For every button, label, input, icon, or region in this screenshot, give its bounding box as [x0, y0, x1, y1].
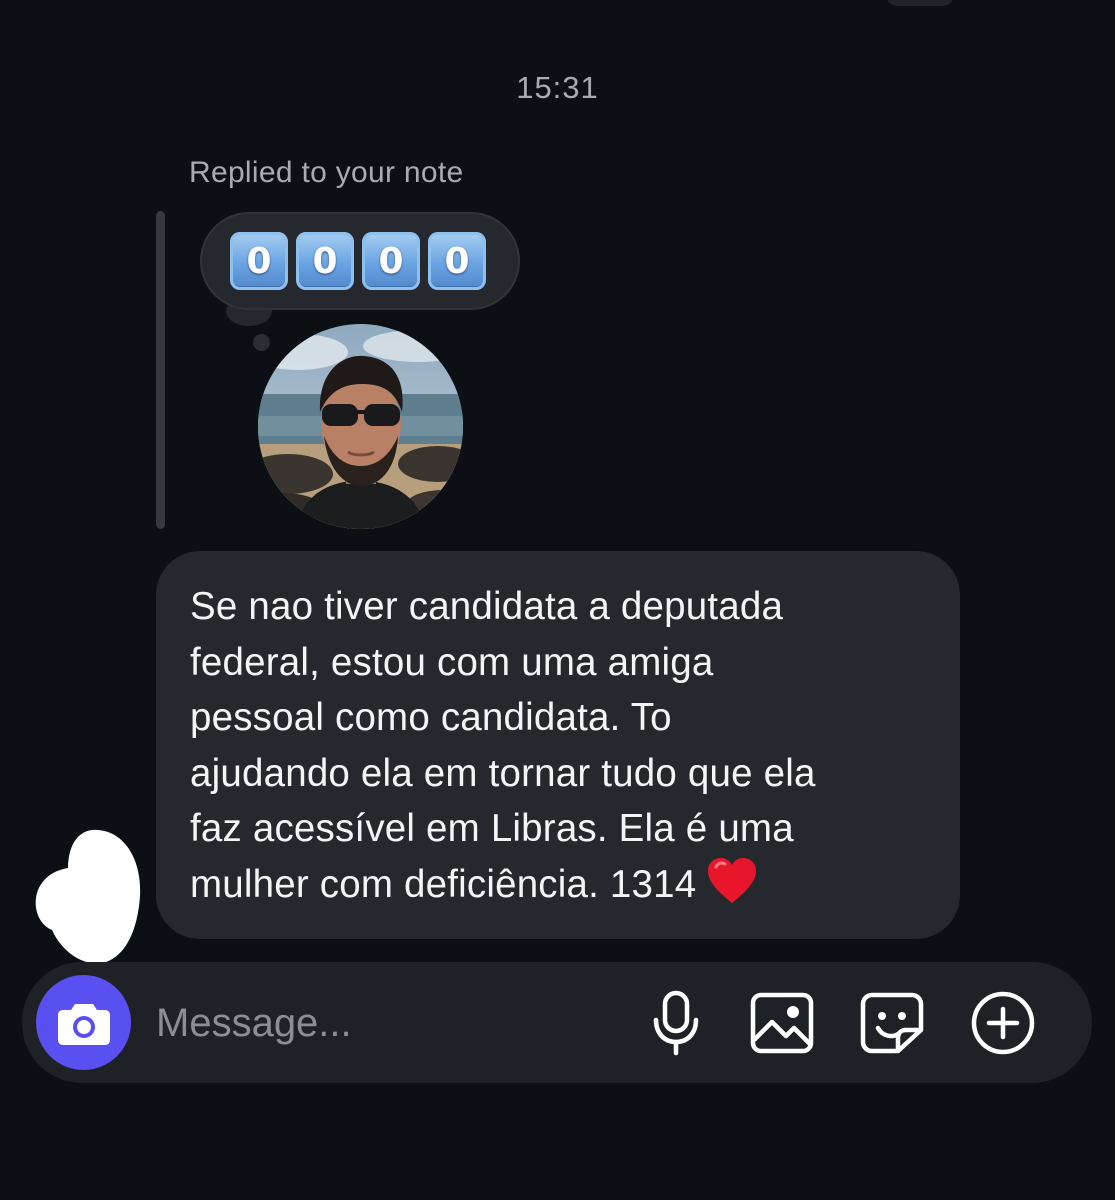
sticker-icon: [860, 992, 924, 1054]
camera-icon: [57, 1003, 110, 1045]
avatar-photo: [258, 324, 463, 529]
note-bubble[interactable]: 0 0 0 0: [200, 212, 520, 310]
microphone-icon: [653, 990, 699, 1056]
image-icon: [750, 992, 814, 1054]
red-heart-emoji: [708, 857, 757, 903]
microphone-button[interactable]: [648, 988, 704, 1058]
keycap-digit-emoji: 0: [296, 232, 354, 290]
note-author-avatar[interactable]: [258, 324, 463, 529]
previous-message-edge: [885, 0, 955, 6]
keycap-digit-emoji: 0: [428, 232, 486, 290]
message-timestamp: 15:31: [516, 70, 599, 105]
redaction-scribble: [35, 829, 141, 964]
keycap-digit-emoji: 0: [230, 232, 288, 290]
message-input[interactable]: [156, 995, 616, 1051]
reply-context-label: Replied to your note: [189, 156, 464, 189]
keycap-digit-emoji: 0: [362, 232, 420, 290]
sticker-button[interactable]: [858, 990, 926, 1056]
note-bubble-tail-dot: [253, 334, 270, 351]
message-bubble[interactable]: Se nao tiver candidata a deputada federa…: [156, 551, 960, 939]
gallery-button[interactable]: [748, 990, 816, 1056]
camera-button[interactable]: [36, 975, 131, 1070]
reply-quote-bar: [156, 211, 165, 529]
more-options-button[interactable]: [968, 988, 1038, 1058]
plus-circle-icon: [971, 991, 1035, 1055]
dm-thread-screen: 15:31 Replied to your note 0 0 0 0 Se na…: [0, 0, 1115, 1200]
